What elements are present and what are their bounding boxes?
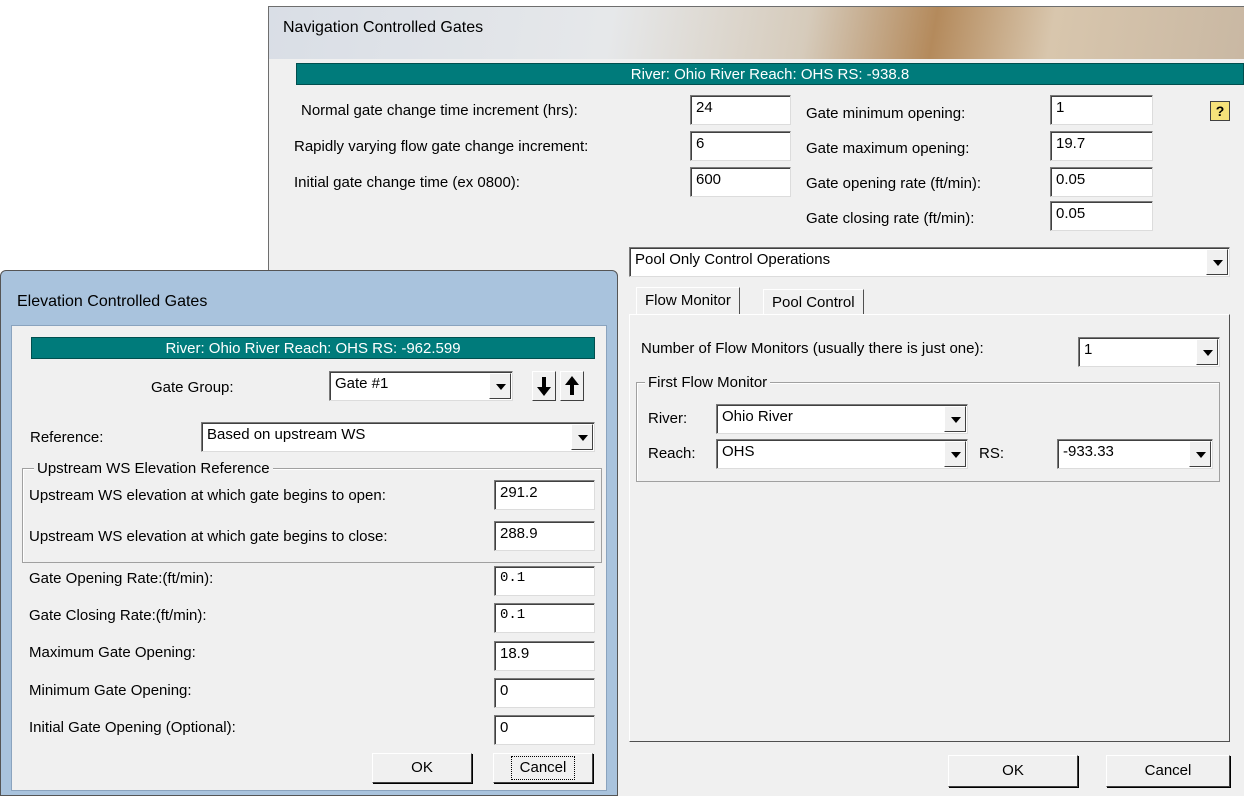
river-label: River: bbox=[648, 410, 688, 427]
closing-rate-input[interactable]: 0.05 bbox=[1050, 201, 1153, 231]
gate-min-label: Gate minimum opening: bbox=[806, 105, 966, 122]
min-opening-input[interactable]: 0 bbox=[494, 678, 595, 708]
river-select[interactable]: Ohio River bbox=[716, 404, 968, 434]
operation-mode-select[interactable]: Pool Only Control Operations bbox=[629, 247, 1230, 277]
opening-rate-label: Gate Opening Rate:(ft/min): bbox=[29, 570, 214, 587]
flow-monitor-count-value: 1 bbox=[1084, 341, 1093, 358]
reach-select[interactable]: OHS bbox=[716, 439, 968, 469]
flow-monitor-count-label: Number of Flow Monitors (usually there i… bbox=[641, 340, 984, 357]
nav-window-title: Navigation Controlled Gates bbox=[283, 19, 484, 36]
opening-rate-label: Gate opening rate (ft/min): bbox=[806, 175, 982, 192]
closing-rate-label: Gate closing rate (ft/min): bbox=[806, 210, 975, 227]
rapid-increment-input[interactable]: 6 bbox=[690, 131, 791, 161]
opening-rate-input[interactable]: 0.05 bbox=[1050, 167, 1153, 197]
nav-location-header: River: Ohio River Reach: OHS RS: -938.8 bbox=[296, 63, 1244, 85]
gate-max-input[interactable]: 19.7 bbox=[1050, 131, 1153, 161]
flow-monitor-count-select[interactable]: 1 bbox=[1078, 337, 1220, 367]
open-elev-input[interactable]: 291.2 bbox=[494, 480, 595, 510]
gate-min-input[interactable]: 1 bbox=[1050, 95, 1153, 125]
nav-cancel-button[interactable]: Cancel bbox=[1106, 755, 1230, 787]
initial-opening-label: Initial Gate Opening (Optional): bbox=[29, 719, 236, 736]
move-down-button[interactable] bbox=[532, 371, 556, 401]
rapid-increment-label: Rapidly varying flow gate change increme… bbox=[294, 138, 589, 155]
max-opening-label: Maximum Gate Opening: bbox=[29, 644, 196, 661]
gate-group-select[interactable]: Gate #1 bbox=[329, 371, 513, 401]
chevron-down-icon[interactable] bbox=[571, 424, 593, 450]
rs-select[interactable]: -933.33 bbox=[1057, 439, 1213, 469]
closing-rate-input[interactable]: 0.1 bbox=[494, 603, 595, 633]
chevron-down-icon[interactable] bbox=[1196, 339, 1218, 365]
chevron-down-icon[interactable] bbox=[489, 373, 511, 399]
initial-time-label: Initial gate change time (ex 0800): bbox=[294, 174, 520, 191]
chevron-down-icon[interactable] bbox=[1189, 441, 1211, 467]
chevron-down-icon[interactable] bbox=[944, 441, 966, 467]
tab-flow-monitor[interactable]: Flow Monitor bbox=[636, 287, 740, 315]
gate-group-value: Gate #1 bbox=[335, 375, 389, 392]
tab-pool-control[interactable]: Pool Control bbox=[763, 289, 864, 315]
normal-increment-input[interactable]: 24 bbox=[690, 95, 791, 125]
gate-max-label: Gate maximum opening: bbox=[806, 140, 970, 157]
elev-window-title: Elevation Controlled Gates bbox=[17, 293, 208, 310]
elev-ok-button[interactable]: OK bbox=[372, 753, 472, 783]
nav-ok-button[interactable]: OK bbox=[948, 755, 1078, 787]
initial-opening-input[interactable]: 0 bbox=[494, 715, 595, 745]
elev-client-area: River: Ohio River Reach: OHS RS: -962.59… bbox=[11, 325, 607, 791]
help-icon[interactable]: ? bbox=[1210, 101, 1230, 121]
elev-cancel-button[interactable]: Cancel bbox=[493, 753, 593, 783]
reach-value: OHS bbox=[722, 443, 755, 460]
reference-value: Based on upstream WS bbox=[207, 426, 366, 443]
move-up-button[interactable] bbox=[560, 371, 584, 401]
operation-mode-value: Pool Only Control Operations bbox=[635, 251, 831, 268]
river-value: Ohio River bbox=[722, 408, 793, 425]
min-opening-label: Minimum Gate Opening: bbox=[29, 682, 192, 699]
first-flow-monitor-title: First Flow Monitor bbox=[645, 374, 771, 391]
reference-select[interactable]: Based on upstream WS bbox=[201, 422, 595, 452]
normal-increment-label: Normal gate change time increment (hrs): bbox=[301, 102, 578, 119]
arrow-up-icon bbox=[565, 376, 579, 395]
nav-title-bar[interactable]: Navigation Controlled Gates bbox=[269, 7, 1244, 59]
closing-rate-label: Gate Closing Rate:(ft/min): bbox=[29, 607, 207, 624]
chevron-down-icon[interactable] bbox=[944, 406, 966, 432]
close-elev-label: Upstream WS elevation at which gate begi… bbox=[29, 528, 388, 545]
reference-label: Reference: bbox=[30, 429, 104, 446]
rs-value: -933.33 bbox=[1063, 443, 1114, 460]
opening-rate-input[interactable]: 0.1 bbox=[494, 566, 595, 596]
gate-group-label: Gate Group: bbox=[151, 379, 234, 396]
elev-location-header: River: Ohio River Reach: OHS RS: -962.59… bbox=[31, 337, 595, 359]
upstream-ws-group-title: Upstream WS Elevation Reference bbox=[34, 460, 273, 477]
reach-label: Reach: bbox=[648, 445, 696, 462]
close-elev-input[interactable]: 288.9 bbox=[494, 521, 595, 551]
arrow-down-icon bbox=[537, 377, 551, 396]
initial-time-input[interactable]: 600 bbox=[690, 167, 791, 197]
max-opening-input[interactable]: 18.9 bbox=[494, 641, 595, 671]
rs-label: RS: bbox=[979, 445, 1005, 462]
elevation-gates-window: Elevation Controlled Gates River: Ohio R… bbox=[0, 270, 618, 796]
chevron-down-icon[interactable] bbox=[1206, 249, 1228, 275]
open-elev-label: Upstream WS elevation at which gate begi… bbox=[29, 487, 386, 504]
elev-cancel-label: Cancel bbox=[510, 756, 576, 780]
